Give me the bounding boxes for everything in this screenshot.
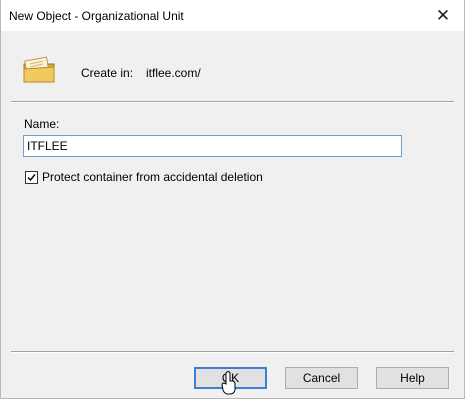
dialog-body: Create in: itflee.com/ Name: Protect con… [1, 31, 464, 398]
help-button[interactable]: Help [376, 367, 449, 389]
cancel-button-label: Cancel [302, 371, 341, 385]
name-input[interactable] [23, 135, 402, 157]
window-title: New Object - Organizational Unit [9, 9, 184, 23]
name-label: Name: [24, 117, 60, 131]
create-in-label: Create in: [81, 66, 134, 80]
protect-container-checkbox-row[interactable]: Protect container from accidental deleti… [25, 170, 263, 184]
help-button-label: Help [400, 371, 425, 385]
separator-bottom [11, 351, 454, 353]
checkmark-icon [27, 173, 36, 181]
separator-top [11, 101, 454, 103]
create-in-path: itflee.com/ [146, 66, 201, 80]
close-button[interactable]: ✕ [428, 4, 458, 28]
mouse-pointer-icon [221, 371, 236, 395]
cancel-button[interactable]: Cancel [285, 367, 358, 389]
protect-container-checkbox[interactable] [25, 170, 38, 184]
new-object-dialog: New Object - Organizational Unit ✕ Creat… [0, 0, 465, 399]
title-bar: New Object - Organizational Unit ✕ [1, 0, 464, 31]
organizational-unit-folder-icon [23, 56, 55, 83]
close-icon: ✕ [435, 6, 451, 25]
protect-container-label: Protect container from accidental deleti… [42, 170, 263, 184]
